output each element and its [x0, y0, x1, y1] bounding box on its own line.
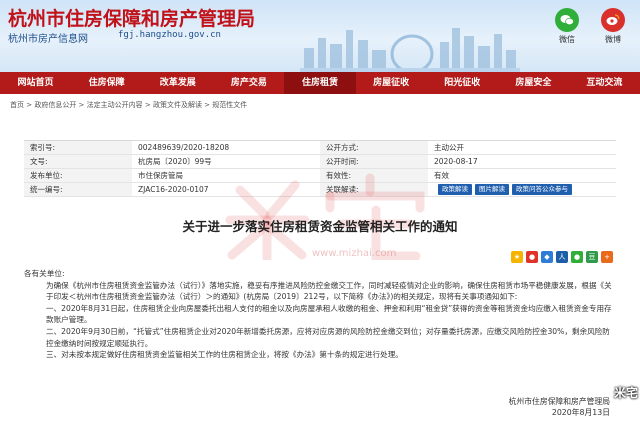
nav-item-open-expropriation[interactable]: 阳光征收: [427, 72, 498, 94]
tencent-weibo-icon[interactable]: ◆: [541, 251, 553, 263]
nav-item-property-trading[interactable]: 房产交易: [213, 72, 284, 94]
qzone-icon[interactable]: ★: [511, 251, 523, 263]
info-row: 文号: 杭房局〔2020〕99号 公开时间: 2020-08-17: [24, 155, 616, 169]
weibo-label: 微博: [605, 35, 621, 44]
site-title[interactable]: 杭州市住房保障和房产管理局: [8, 4, 255, 31]
site-url: fgj.hangzhou.gov.cn: [118, 30, 221, 40]
city-skyline-illustration: [300, 28, 520, 72]
info-value: 2020-08-17: [434, 157, 478, 166]
info-key: 文号:: [24, 155, 132, 168]
site-header: 杭州市住房保障和房产管理局 杭州市房产信息网 fgj.hangzhou.gov.…: [0, 0, 640, 72]
nav-item-housing-security[interactable]: 住房保障: [71, 72, 142, 94]
wechat-link[interactable]: 微信: [552, 8, 582, 45]
policy-qa-button[interactable]: 政策问答公众参与: [512, 184, 572, 195]
site-subtitle: 杭州市房产信息网: [8, 34, 88, 45]
douban-icon[interactable]: 豆: [586, 251, 598, 263]
document-title: 关于进一步落实住房租赁资金监管相关工作的通知: [182, 219, 458, 234]
renren-icon[interactable]: 人: [556, 251, 568, 263]
signoff-date: 2020年8月13日: [551, 408, 610, 417]
main-nav: 网站首页 住房保障 改革发展 房产交易 住房租赁 房屋征收 阳光征收 房屋安全 …: [0, 72, 640, 94]
mizhai-watermark: [225, 173, 425, 260]
info-value: 有效: [434, 171, 449, 180]
more-icon[interactable]: +: [601, 251, 613, 263]
wechat-icon: [555, 8, 579, 32]
info-key: 公开方式:: [320, 141, 428, 154]
share-bar: ★ ● ◆ 人 ● 豆 +: [511, 251, 613, 263]
corner-watermark: 米宅: [613, 386, 638, 400]
nav-item-home[interactable]: 网站首页: [0, 72, 71, 94]
watermark-url: www.mizhai.com: [312, 248, 397, 259]
info-key: 发布单位:: [24, 169, 132, 182]
nav-item-reform[interactable]: 改革发展: [142, 72, 213, 94]
nav-item-interaction[interactable]: 互动交流: [569, 72, 640, 94]
image-interpretation-button[interactable]: 图片解读: [475, 184, 509, 195]
body-paragraph: 一、2020年8月31日起，住房租赁企业向房屋委托出租人支付的租金以及向房屋承租…: [46, 303, 612, 325]
info-value: 主动公开: [434, 143, 464, 152]
body-paragraph: 为确保《杭州市住房租赁资金监管办法（试行）》落地实施，稳妥有序推进风险防控金缴交…: [46, 280, 612, 302]
signoff: 杭州市住房保障和房产管理局 2020年8月13日: [509, 396, 610, 418]
info-row: 索引号: 002489639/2020-18208 公开方式: 主动公开: [24, 141, 616, 155]
signoff-org: 杭州市住房保障和房产管理局: [508, 397, 610, 406]
info-value: 002489639/2020-18208: [138, 143, 230, 152]
breadcrumb[interactable]: 首页 > 政府信息公开 > 法定主动公开内容 > 政策文件及解读 > 规范性文件: [10, 100, 247, 110]
policy-interpretation-button[interactable]: 政策解读: [438, 184, 472, 195]
salutation: 各有关单位:: [24, 269, 65, 278]
weibo-icon: [601, 8, 625, 32]
info-key: 公开时间:: [320, 155, 428, 168]
weibo-icon[interactable]: ●: [526, 251, 538, 263]
related-interpretation: 政策解读 图片解读 政策问答公众参与: [428, 183, 616, 196]
body-paragraph: 二、2020年9月30日前，“托管式”住房租赁企业对2020年新增委托房源，应将…: [46, 326, 610, 348]
nav-item-expropriation[interactable]: 房屋征收: [356, 72, 427, 94]
info-key: 统一编号:: [24, 183, 132, 196]
wechat-label: 微信: [559, 35, 575, 44]
wechat-icon[interactable]: ●: [571, 251, 583, 263]
nav-item-building-safety[interactable]: 房屋安全: [498, 72, 569, 94]
nav-item-housing-rental[interactable]: 住房租赁: [284, 72, 356, 94]
document-body: 各有关单位: 为确保《杭州市住房租赁资金监管办法（试行）》落地实施，稳妥有序推进…: [24, 268, 616, 361]
info-key: 索引号:: [24, 141, 132, 154]
body-paragraph: 三、对未按本规定做好住房租赁资金监管相关工作的住房租赁企业，将按《办法》第十条的…: [46, 350, 403, 360]
weibo-link[interactable]: 微博: [598, 8, 628, 45]
info-value: 杭房局〔2020〕99号: [138, 157, 212, 166]
